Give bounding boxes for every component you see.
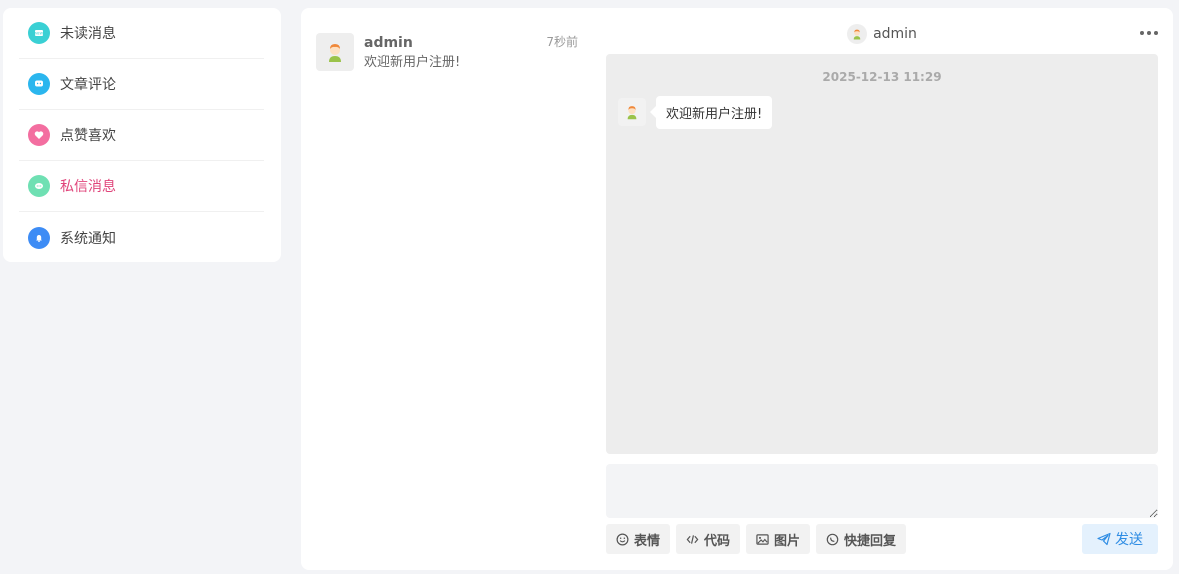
code-icon (686, 534, 699, 544)
avatar (618, 98, 646, 126)
emoji-button-label: 表情 (634, 533, 661, 549)
paper-plane-icon (1097, 532, 1111, 546)
sidebar-item-label: 系统通知 (60, 230, 116, 247)
image-button[interactable]: 图片 (746, 524, 811, 554)
message-toolbar: 表情 代码 图片 快捷回复 发送 (606, 524, 1158, 554)
conversation-item[interactable]: admin 欢迎新用户注册! 7秒前 (316, 33, 578, 73)
avatar-icon (329, 44, 341, 62)
sidebar-item-system-notice[interactable]: 系统通知 (19, 212, 264, 263)
sidebar-item-label: 点赞喜欢 (60, 128, 116, 144)
unread-icon: NEW (28, 22, 50, 44)
smile-icon (616, 533, 629, 545)
conversation-preview: 欢迎新用户注册! (364, 55, 461, 70)
code-button[interactable]: 代码 (676, 524, 741, 554)
whatsapp-icon (826, 533, 839, 545)
chat-title: admin (873, 26, 917, 42)
send-button[interactable]: 发送 (1082, 524, 1158, 554)
comment-icon (28, 73, 50, 95)
dot (1147, 31, 1151, 35)
message-area[interactable]: 2025-12-13 11:29 欢迎新用户注册! (606, 54, 1158, 454)
image-icon (756, 533, 769, 545)
heart-icon (28, 124, 50, 146)
dot (1140, 31, 1144, 35)
conversation-body: admin 欢迎新用户注册! 7秒前 (364, 33, 578, 73)
sidebar-item-comments[interactable]: 文章评论 (19, 59, 264, 110)
chat-header: admin (606, 20, 1158, 48)
sidebar-item-label: 私信消息 (60, 179, 116, 195)
emoji-button[interactable]: 表情 (606, 524, 671, 554)
send-button-label: 发送 (1115, 532, 1143, 548)
message-timestamp: 2025-12-13 11:29 (822, 70, 942, 84)
message-category-sidebar: NEW 未读消息 文章评论 点赞喜欢 私信消息 系统通知 (3, 8, 281, 262)
quick-reply-button[interactable]: 快捷回复 (816, 524, 907, 554)
code-button-label: 代码 (704, 533, 731, 549)
sidebar-item-label: 未读消息 (60, 26, 116, 42)
avatar-icon (853, 29, 861, 40)
conversation-time: 7秒前 (546, 35, 578, 49)
more-options-icon[interactable] (1140, 26, 1158, 40)
image-button-label: 图片 (774, 533, 801, 549)
sidebar-item-private-messages[interactable]: 私信消息 (19, 161, 264, 212)
messages-panel: admin 欢迎新用户注册! 7秒前 admin 2025-12-13 11:2… (301, 8, 1173, 570)
avatar (316, 33, 354, 71)
message-bubble: 欢迎新用户注册! (649, 96, 773, 129)
sidebar-item-unread[interactable]: NEW 未读消息 (19, 8, 264, 59)
sidebar-item-label: 文章评论 (60, 77, 116, 93)
message-input[interactable] (606, 464, 1158, 518)
bell-icon (28, 226, 50, 249)
dot (1154, 31, 1158, 35)
quick-reply-button-label: 快捷回复 (844, 533, 897, 549)
svg-text:NEW: NEW (35, 32, 44, 36)
avatar (847, 24, 868, 44)
chat-icon (28, 175, 50, 197)
sidebar-item-likes[interactable]: 点赞喜欢 (19, 110, 264, 161)
message-row: 欢迎新用户注册! (618, 96, 773, 129)
avatar-icon (627, 106, 637, 120)
